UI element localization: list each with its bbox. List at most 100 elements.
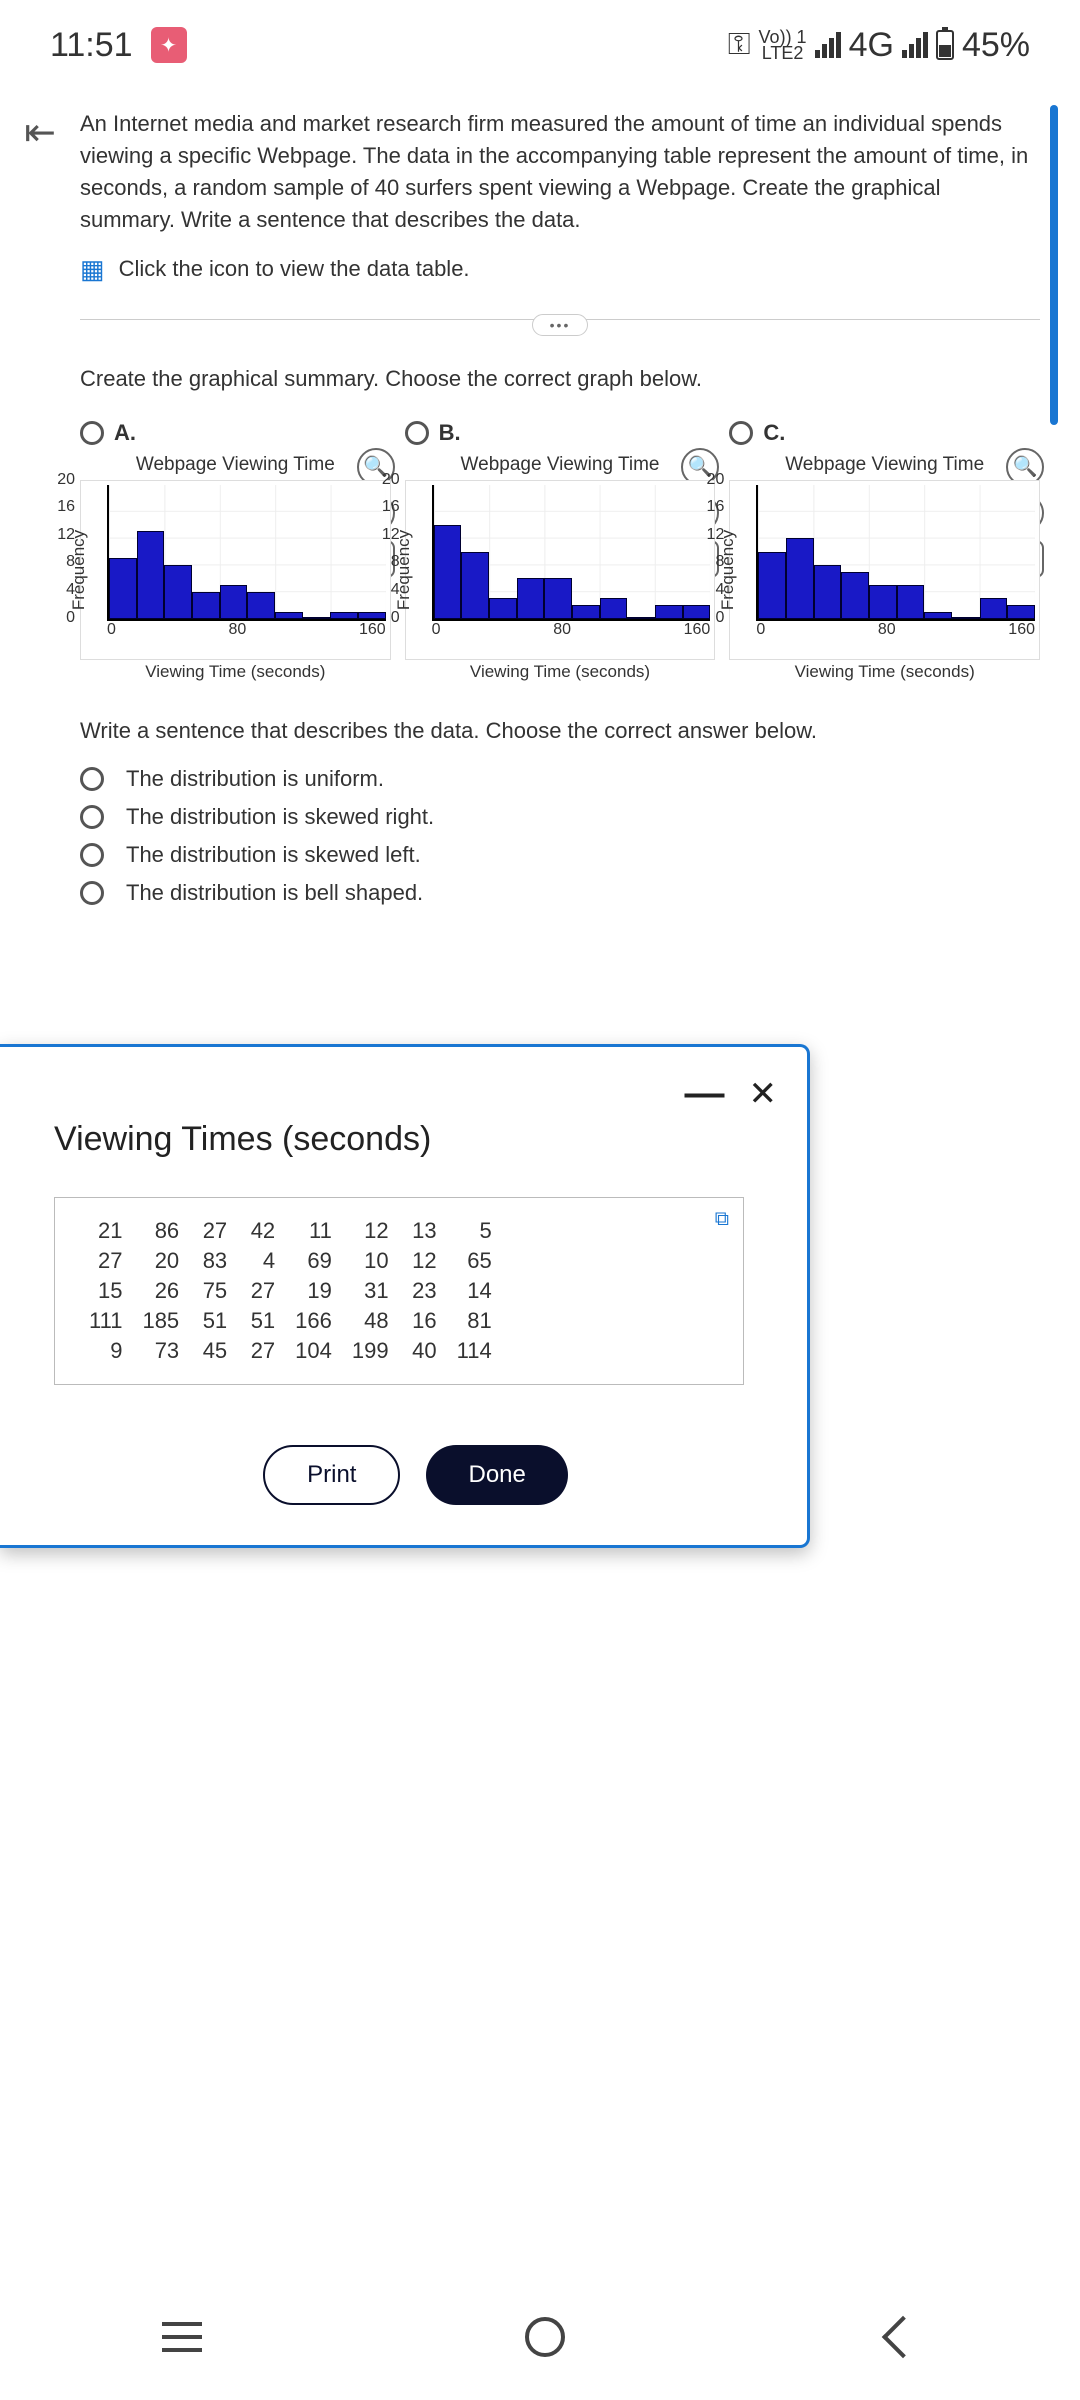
data-cell: 40 — [399, 1336, 447, 1366]
data-cell: 20 — [132, 1246, 189, 1276]
data-cell: 199 — [342, 1336, 399, 1366]
close-icon[interactable]: ✕ — [749, 1074, 778, 1114]
data-cell: 166 — [285, 1306, 342, 1336]
chart-a-title: Webpage Viewing Time — [80, 454, 391, 476]
answer-1-text: The distribution is uniform. — [126, 766, 384, 792]
chart-a-xlabel: Viewing Time (seconds) — [80, 662, 391, 682]
option-b-label: B. — [439, 420, 461, 446]
table-row: 218627421112135 — [79, 1216, 502, 1246]
chart-c-title: Webpage Viewing Time — [729, 454, 1040, 476]
data-cell: 83 — [189, 1246, 237, 1276]
data-cell: 48 — [342, 1306, 399, 1336]
data-cell: 12 — [342, 1216, 399, 1246]
chart-c-xlabel: Viewing Time (seconds) — [729, 662, 1040, 682]
table-row: 272083469101265 — [79, 1246, 502, 1276]
data-cell: 11 — [285, 1216, 342, 1246]
more-pill[interactable]: ••• — [532, 314, 588, 336]
radio-answer-4[interactable] — [80, 881, 104, 905]
scrollbar[interactable] — [1050, 105, 1058, 425]
table-hint-text: Click the icon to view the data table. — [119, 256, 470, 282]
chart-c: 🔍 🔍 ↗ Webpage Viewing Time Frequency 201… — [729, 454, 1040, 682]
data-cell: 27 — [237, 1336, 285, 1366]
data-cell: 111 — [79, 1306, 132, 1336]
data-cell: 15 — [79, 1276, 132, 1306]
data-cell: 75 — [189, 1276, 237, 1306]
done-button[interactable]: Done — [426, 1445, 567, 1505]
create-prompt: Create the graphical summary. Choose the… — [80, 366, 1040, 392]
radio-answer-3[interactable] — [80, 843, 104, 867]
recents-icon[interactable] — [162, 2322, 202, 2352]
radio-option-c[interactable] — [729, 421, 753, 445]
chart-c-xticks: 080160 — [756, 621, 1035, 639]
network-label: Vo)) 1 LTE2 — [759, 29, 807, 61]
data-cell: 23 — [399, 1276, 447, 1306]
home-icon[interactable] — [525, 2317, 565, 2357]
data-cell: 73 — [132, 1336, 189, 1366]
data-cell: 81 — [447, 1306, 502, 1336]
question-intro: An Internet media and market research fi… — [80, 108, 1040, 236]
data-cell: 27 — [237, 1276, 285, 1306]
minimize-icon[interactable]: — — [685, 1071, 725, 1116]
print-button[interactable]: Print — [263, 1445, 400, 1505]
option-c-label: C. — [763, 420, 785, 446]
radio-answer-1[interactable] — [80, 767, 104, 791]
data-cell: 27 — [189, 1216, 237, 1246]
status-bar: 11:51 ✦ ⚿ Vo)) 1 LTE2 4G 45% — [0, 0, 1080, 90]
data-cell: 16 — [399, 1306, 447, 1336]
chart-a-yticks: 201612 840 — [41, 471, 75, 627]
option-a-label: A. — [114, 420, 136, 446]
battery-icon — [936, 30, 954, 60]
data-box: ⧉ 21862742111213527208346910126515267527… — [54, 1197, 744, 1385]
chart-a: 🔍 🔍 ↗ Webpage Viewing Time Frequency 201… — [80, 454, 391, 682]
chart-b-xticks: 080160 — [432, 621, 711, 639]
radio-option-a[interactable] — [80, 421, 104, 445]
data-cell: 185 — [132, 1306, 189, 1336]
signal-icon-1 — [815, 32, 841, 58]
modal-title: Viewing Times (seconds) — [54, 1120, 777, 1159]
copy-icon[interactable]: ⧉ — [715, 1208, 729, 1231]
data-cell: 42 — [237, 1216, 285, 1246]
status-time: 11:51 — [50, 26, 133, 65]
data-cell: 27 — [79, 1246, 132, 1276]
chart-c-yticks: 201612 840 — [690, 471, 724, 627]
sentence-prompt: Write a sentence that describes the data… — [80, 718, 1040, 744]
chart-b-xlabel: Viewing Time (seconds) — [405, 662, 716, 682]
chart-b-title: Webpage Viewing Time — [405, 454, 716, 476]
system-nav-bar — [0, 2292, 1080, 2382]
data-cell: 4 — [237, 1246, 285, 1276]
data-cell: 51 — [237, 1306, 285, 1336]
data-cell: 9 — [79, 1336, 132, 1366]
back-nav-icon[interactable] — [882, 2316, 924, 2358]
data-cell: 69 — [285, 1246, 342, 1276]
chart-a-xticks: 080160 — [107, 621, 386, 639]
data-cell: 45 — [189, 1336, 237, 1366]
data-cell: 65 — [447, 1246, 502, 1276]
table-row: 973452710419940114 — [79, 1336, 502, 1366]
data-cell: 31 — [342, 1276, 399, 1306]
data-cell: 13 — [399, 1216, 447, 1246]
data-table-modal: — ✕ Viewing Times (seconds) ⧉ 2186274211… — [0, 1044, 810, 1548]
data-cell: 14 — [447, 1276, 502, 1306]
view-table-link[interactable]: ▦ Click the icon to view the data table. — [80, 254, 1040, 285]
vpn-key-icon: ⚿ — [728, 28, 751, 62]
data-cell: 10 — [342, 1246, 399, 1276]
data-cell: 21 — [79, 1216, 132, 1246]
table-icon: ▦ — [80, 254, 105, 285]
data-cell: 114 — [447, 1336, 502, 1366]
radio-option-b[interactable] — [405, 421, 429, 445]
data-cell: 19 — [285, 1276, 342, 1306]
status-4g: 4G — [849, 26, 894, 65]
status-battery: 45% — [962, 26, 1030, 65]
table-row: 1526752719312314 — [79, 1276, 502, 1306]
data-cell: 5 — [447, 1216, 502, 1246]
chart-b-yticks: 201612 840 — [366, 471, 400, 627]
data-cell: 104 — [285, 1336, 342, 1366]
radio-answer-2[interactable] — [80, 805, 104, 829]
signal-icon-2 — [902, 32, 928, 58]
data-cell: 51 — [189, 1306, 237, 1336]
answer-2-text: The distribution is skewed right. — [126, 804, 434, 830]
data-table: 2186274211121352720834691012651526752719… — [79, 1216, 502, 1366]
data-cell: 12 — [399, 1246, 447, 1276]
answer-3-text: The distribution is skewed left. — [126, 842, 421, 868]
answer-4-text: The distribution is bell shaped. — [126, 880, 423, 906]
